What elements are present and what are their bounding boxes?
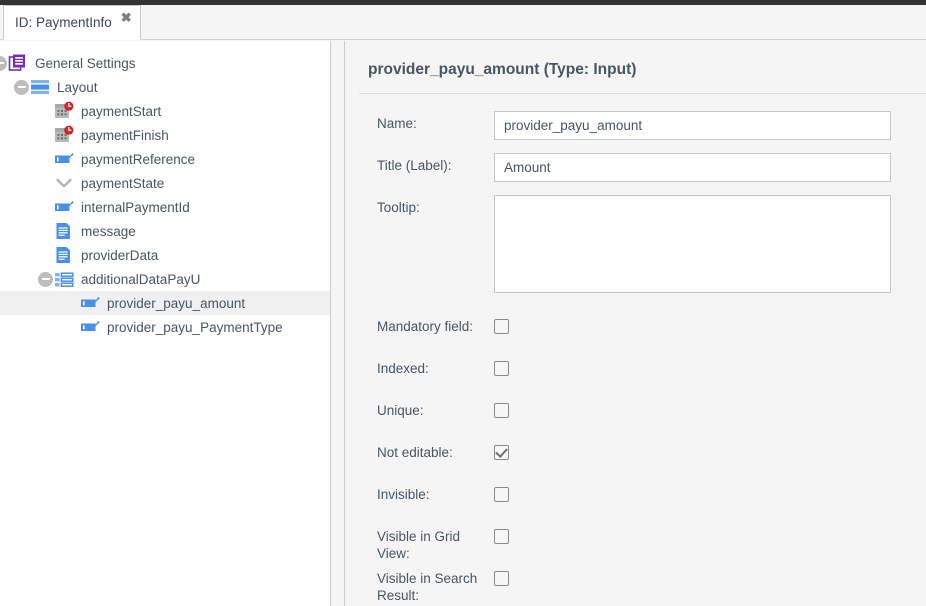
structure-tree-panel[interactable]: General Settings Layout paymentStart paymen… bbox=[0, 41, 331, 606]
layout-icon bbox=[30, 77, 50, 97]
settings-document-icon bbox=[8, 53, 28, 73]
field-label: Tooltip: bbox=[377, 200, 420, 215]
title-divider bbox=[359, 93, 926, 94]
form-row: Name: provider_payu_amount bbox=[346, 111, 926, 140]
tree-item-internalpaymentid[interactable]: internalPaymentId bbox=[0, 195, 330, 219]
tooltip-field[interactable] bbox=[494, 195, 891, 293]
tree-item-message[interactable]: message bbox=[0, 219, 330, 243]
tree-item-layout[interactable]: Layout bbox=[0, 75, 330, 99]
page-title: provider_payu_amount (Type: Input) bbox=[368, 61, 637, 78]
tree-item-label: paymentReference bbox=[81, 151, 196, 167]
tree-item-paymentreference[interactable]: paymentReference bbox=[0, 147, 330, 171]
checkbox-not-editable[interactable] bbox=[494, 445, 509, 460]
close-icon[interactable]: ✖ bbox=[121, 11, 132, 24]
tree-item-paymentstate[interactable]: paymentState bbox=[0, 171, 330, 195]
textarea-icon bbox=[54, 245, 74, 265]
tree-toggle-collapse-icon[interactable] bbox=[0, 55, 7, 71]
checkbox-label: Mandatory field: bbox=[377, 319, 474, 334]
checkbox-row: Visible in Grid View: bbox=[346, 527, 926, 569]
checkbox-invisible[interactable] bbox=[494, 487, 509, 502]
textarea-icon bbox=[54, 221, 74, 241]
tree-item-additionaldatapayu[interactable]: additionalDataPayU bbox=[0, 267, 330, 291]
tab-payment-info[interactable]: ID: PaymentInfo ✖ bbox=[3, 5, 141, 40]
form-row: Title (Label): Amount bbox=[346, 153, 926, 182]
structure-tree: General Settings Layout paymentStart paymen… bbox=[0, 41, 330, 339]
checkbox-row: Unique: bbox=[346, 401, 926, 443]
checkbox-row: Visible in Search Result: bbox=[346, 569, 926, 606]
field-label: Name: bbox=[377, 116, 417, 131]
checkbox-label: Unique: bbox=[377, 403, 424, 418]
tree-item-label: internalPaymentId bbox=[81, 199, 190, 215]
checkbox-mandatory-field[interactable] bbox=[494, 319, 509, 334]
tab-label: ID: PaymentInfo bbox=[15, 15, 112, 30]
checkbox-row: Invisible: bbox=[346, 485, 926, 527]
tree-item-label: paymentFinish bbox=[81, 127, 169, 143]
tree-item-general-settings[interactable]: General Settings bbox=[0, 51, 330, 75]
checkbox-label: Indexed: bbox=[377, 361, 429, 376]
checkbox-label: Invisible: bbox=[377, 487, 430, 502]
datetime-icon bbox=[54, 101, 74, 121]
title-label-field[interactable]: Amount bbox=[494, 153, 891, 182]
checkbox-visible-in-grid-view[interactable] bbox=[494, 529, 509, 544]
fieldset-icon bbox=[54, 269, 74, 289]
tree-item-label: provider_payu_amount bbox=[107, 295, 246, 311]
checkbox-unique[interactable] bbox=[494, 403, 509, 418]
tree-item-label: additionalDataPayU bbox=[81, 271, 201, 287]
field-settings-form: Name: provider_payu_amount Title (Label): A… bbox=[346, 111, 926, 606]
checkbox-visible-in-search-result[interactable] bbox=[494, 571, 509, 586]
checkbox-row: Indexed: bbox=[346, 359, 926, 401]
form-row: Tooltip: bbox=[346, 195, 926, 293]
tree-item-provider-payu-paymenttype[interactable]: provider_payu_PaymentType bbox=[0, 315, 330, 339]
input-icon bbox=[54, 197, 74, 217]
application-window: ID: PaymentInfo ✖ General Settings Layout… bbox=[0, 0, 926, 606]
tree-item-providerdata[interactable]: providerData bbox=[0, 243, 330, 267]
tree-item-label: provider_payu_PaymentType bbox=[107, 319, 283, 335]
checkbox-row: Not editable: bbox=[346, 443, 926, 485]
tree-item-label: Layout bbox=[57, 79, 98, 95]
tree-panel-divider bbox=[332, 41, 345, 606]
checkbox-label: Visible in Search Result: bbox=[377, 571, 478, 603]
tree-item-provider-payu-amount[interactable]: provider_payu_amount bbox=[0, 291, 330, 315]
checkbox-label: Visible in Grid View: bbox=[377, 529, 461, 561]
tree-item-label: General Settings bbox=[35, 55, 136, 71]
tree-item-label: paymentStart bbox=[81, 103, 162, 119]
tree-item-label: message bbox=[81, 223, 136, 239]
tree-item-paymentfinish[interactable]: paymentFinish bbox=[0, 123, 330, 147]
chevron-down-icon bbox=[54, 173, 74, 193]
name-field[interactable]: provider_payu_amount bbox=[494, 111, 891, 140]
input-icon bbox=[54, 149, 74, 169]
input-icon bbox=[80, 317, 100, 337]
tree-toggle-collapse-icon[interactable] bbox=[38, 271, 53, 287]
field-detail-panel: provider_payu_amount (Type: Input) Name:… bbox=[346, 41, 926, 606]
tree-item-label: providerData bbox=[81, 247, 159, 263]
field-label: Title (Label): bbox=[377, 158, 452, 173]
tree-item-paymentstart[interactable]: paymentStart bbox=[0, 99, 330, 123]
tree-item-label: paymentState bbox=[81, 175, 165, 191]
input-icon bbox=[80, 293, 100, 313]
tree-toggle-collapse-icon[interactable] bbox=[14, 79, 29, 95]
tab-bar: ID: PaymentInfo ✖ bbox=[0, 5, 926, 40]
datetime-icon bbox=[54, 125, 74, 145]
checkbox-label: Not editable: bbox=[377, 445, 453, 460]
checkbox-indexed[interactable] bbox=[494, 361, 509, 376]
checkbox-row: Mandatory field: bbox=[346, 317, 926, 359]
